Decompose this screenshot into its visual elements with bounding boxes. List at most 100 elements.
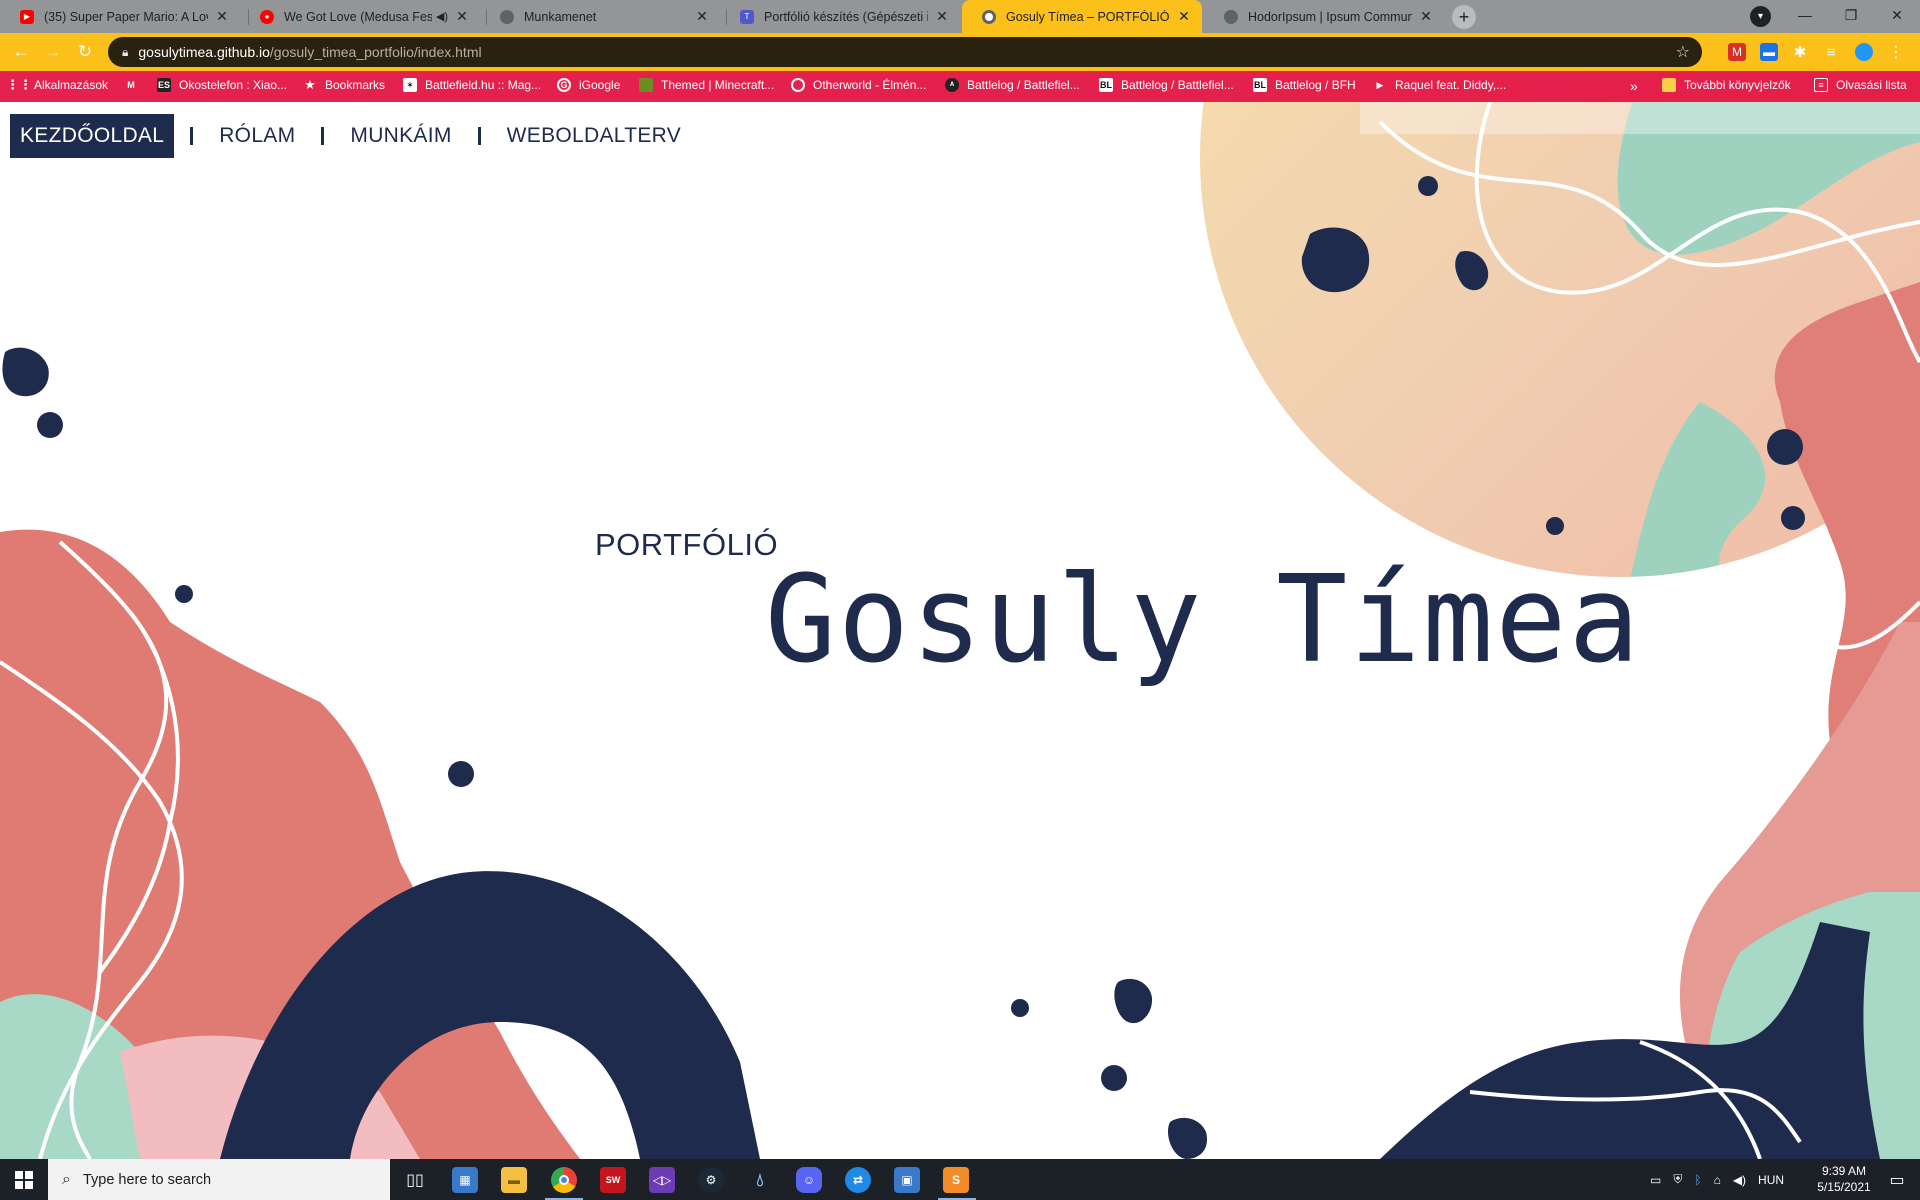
clock[interactable]: 9:39 AM 5/15/2021	[1808, 1163, 1880, 1195]
tab-title: (35) Super Paper Mario: A Love S	[44, 9, 208, 24]
nav-rolam[interactable]: RÓLAM	[209, 114, 305, 158]
address-bar[interactable]: 🔒︎ gosulytimea.github.io/gosuly_timea_po…	[108, 37, 1702, 67]
tab-title: We Got Love (Medusa Festiv	[284, 9, 432, 24]
steam-icon[interactable]: ⚙	[698, 1167, 724, 1193]
youtube-icon: ▶	[20, 9, 34, 24]
lock-icon[interactable]: 🔒︎	[122, 45, 128, 60]
ea-icon: ᴬ	[945, 78, 959, 92]
nav-weboldalterv[interactable]: WEBOLDALTERV	[497, 114, 691, 158]
bl-icon: BL	[1253, 78, 1267, 92]
sublime-text-icon[interactable]: S	[943, 1167, 969, 1193]
puzzle-extensions-icon[interactable]: ✱	[1791, 43, 1809, 61]
forward-icon[interactable]: →	[41, 40, 65, 64]
close-icon[interactable]: ✕	[214, 8, 230, 25]
bookmark-minecraft[interactable]: Themed | Minecraft...	[639, 78, 774, 92]
bluetooth-icon[interactable]: ᛒ	[1694, 1173, 1701, 1187]
gmail-extension-icon[interactable]: M	[1728, 43, 1746, 61]
solidworks-icon[interactable]: SW	[600, 1167, 626, 1193]
bookmark-bookmarks[interactable]: ★ Bookmarks	[303, 77, 385, 92]
youtube-music-icon: ●	[260, 9, 274, 24]
bookmark-star-icon[interactable]: ☆	[1676, 42, 1690, 62]
tab-5[interactable]: HodorIpsum | Ipsum Community ✕	[1204, 0, 1444, 33]
es-icon: ES	[157, 78, 171, 92]
menu-kebab-icon[interactable]: ⋮	[1887, 43, 1905, 61]
close-icon[interactable]: ✕	[934, 8, 950, 25]
tab-0[interactable]: ▶ (35) Super Paper Mario: A Love S ✕	[0, 0, 240, 33]
nav-divider	[477, 127, 481, 145]
tab-strip: ▶ (35) Super Paper Mario: A Love S ✕ ● W…	[0, 0, 1920, 33]
reading-list-icon[interactable]: ≡	[1822, 43, 1840, 61]
nav-munkaim[interactable]: MUNKÁIM	[340, 114, 461, 158]
chrome-icon[interactable]	[551, 1167, 577, 1193]
star-icon: ★	[304, 77, 316, 92]
bookmark-otherworld[interactable]: Otherworld - Élmén...	[791, 78, 926, 92]
close-icon[interactable]: ✕	[1176, 8, 1192, 25]
folder-icon	[1662, 78, 1676, 92]
bookmark-battlefield-hu[interactable]: ✶ Battlefield.hu :: Mag...	[403, 78, 541, 92]
file-explorer-icon[interactable]: ▬	[501, 1167, 527, 1193]
globe-icon	[982, 9, 996, 24]
teams-icon: T	[740, 9, 754, 24]
tab-3[interactable]: T Portfólió készítés (Gépészeti infor ✕	[720, 0, 960, 33]
bookmark-other[interactable]: További könyvjelzők	[1662, 78, 1791, 92]
bookmark-okostelefon[interactable]: ES Okostelefon : Xiao...	[157, 78, 287, 92]
vpn-icon[interactable]: ⇄	[845, 1167, 871, 1193]
minimize-icon[interactable]: —	[1782, 0, 1828, 30]
battlefield-icon: ✶	[403, 78, 417, 92]
language-indicator[interactable]: HUN	[1758, 1173, 1784, 1187]
extension-icon[interactable]: ▬	[1760, 43, 1778, 61]
taskbar-search-box[interactable]: ⌕ Type here to search	[48, 1159, 390, 1200]
webpage: KEZDŐOLDAL RÓLAM MUNKÁIM WEBOLDALTERV PO…	[0, 102, 1920, 1159]
clock-time: 9:39 AM	[1821, 1164, 1867, 1178]
discord-icon[interactable]: ☺	[796, 1167, 822, 1193]
tab-1[interactable]: ● We Got Love (Medusa Festiv ◀) ✕	[240, 0, 480, 33]
bookmark-raquel[interactable]: ▶ Raquel feat. Diddy,...	[1373, 78, 1507, 92]
bookmark-igoogle[interactable]: GiGoogle	[557, 78, 620, 92]
gmail-icon: M	[127, 80, 135, 90]
profile-avatar[interactable]	[1855, 43, 1873, 61]
tab-title: HodorIpsum | Ipsum Community	[1248, 9, 1412, 24]
visual-studio-icon[interactable]: ◁▷	[649, 1167, 675, 1193]
nav-kezdooldal[interactable]: KEZDŐOLDAL	[10, 114, 175, 158]
system-tray: ▭ ⛨ ᛒ ⌂ ◀) HUN	[1650, 1159, 1784, 1200]
speaker-icon[interactable]: ◀)	[436, 10, 448, 23]
hero-subtitle: PORTFÓLIÓ	[595, 527, 779, 562]
reading-list-icon: ≡	[1814, 78, 1828, 92]
notifications-icon[interactable]: ▭	[1884, 1167, 1910, 1193]
bookmark-battlelog-1[interactable]: ᴬ Battlelog / Battlefiel...	[945, 78, 1080, 92]
reload-icon[interactable]: ↻	[73, 40, 97, 64]
bookmark-apps[interactable]: ⋮⋮ Alkalmazások	[6, 77, 108, 92]
apps-grid-icon: ⋮⋮	[6, 77, 32, 92]
close-icon[interactable]: ✕	[454, 8, 470, 25]
tab-search-icon[interactable]: ▾	[1750, 6, 1771, 27]
volume-icon[interactable]: ◀)	[1733, 1173, 1746, 1187]
back-icon[interactable]: ←	[9, 40, 33, 64]
bookmark-reading-list[interactable]: ≡ Olvasási lista	[1814, 78, 1907, 92]
nav-divider	[190, 127, 194, 145]
app-drop-icon[interactable]: 💧︎	[747, 1167, 773, 1193]
bookmark-gmail[interactable]: M	[124, 78, 146, 92]
control-panel-icon[interactable]: ▦	[452, 1167, 478, 1193]
bookmark-battlelog-2[interactable]: BL Battlelog / Battlefiel...	[1099, 78, 1234, 92]
task-view-icon[interactable]: ▯▯	[402, 1167, 428, 1193]
bookmark-battlelog-bfh[interactable]: BL Battlelog / BFH	[1253, 78, 1356, 92]
search-placeholder: Type here to search	[82, 1171, 212, 1188]
bookmarks-overflow-icon[interactable]: »	[1630, 78, 1638, 94]
security-icon[interactable]: ⛨	[1673, 1172, 1682, 1187]
windows-start-icon[interactable]	[0, 1159, 48, 1200]
close-icon[interactable]: ✕	[694, 8, 710, 25]
restore-icon[interactable]: ❐	[1828, 0, 1874, 30]
save-icon[interactable]: ▣	[894, 1167, 920, 1193]
tab-title: Munkamenet	[524, 9, 597, 24]
globe-icon	[500, 9, 514, 24]
new-tab-button[interactable]: +	[1452, 5, 1476, 29]
close-icon[interactable]: ✕	[1418, 8, 1434, 25]
youtube-icon: ▶	[1376, 79, 1384, 90]
tab-2[interactable]: Munkamenet ✕	[480, 0, 720, 33]
meet-now-icon[interactable]: ▭	[1650, 1173, 1661, 1187]
close-window-icon[interactable]: ✕	[1874, 0, 1920, 30]
tab-4[interactable]: Gosuly Tímea – PORTFÓLIÓ ✕	[962, 0, 1202, 33]
url-host: gosulytimea.github.io	[138, 44, 270, 60]
tab-title: Portfólió készítés (Gépészeti infor	[764, 9, 928, 24]
network-icon[interactable]: ⌂	[1714, 1173, 1721, 1187]
